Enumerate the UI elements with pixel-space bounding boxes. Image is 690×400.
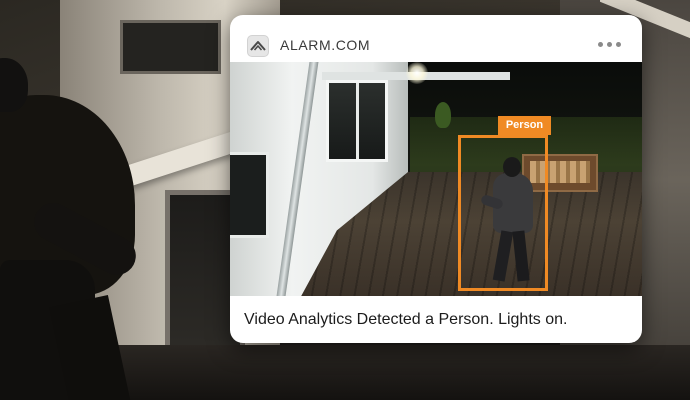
snapshot-porch-light bbox=[406, 62, 428, 84]
notification-header: ALARM.COM bbox=[230, 15, 642, 62]
more-dot bbox=[616, 42, 621, 47]
snapshot-shrub bbox=[435, 102, 451, 128]
detection-label: Person bbox=[498, 116, 551, 135]
app-name: ALARM.COM bbox=[280, 37, 371, 53]
snapshot-left-window bbox=[230, 152, 269, 238]
more-dot bbox=[607, 42, 612, 47]
notification-card[interactable]: ALARM.COM Person Video Analytics Detecte… bbox=[230, 15, 642, 343]
detection-bounding-box bbox=[458, 135, 548, 291]
camera-snapshot[interactable]: Person bbox=[230, 62, 642, 296]
snapshot-window bbox=[326, 80, 388, 162]
background-upper-window bbox=[120, 20, 221, 74]
more-options-icon[interactable] bbox=[594, 35, 626, 53]
alarm-com-logo-icon bbox=[247, 35, 269, 57]
notification-message: Video Analytics Detected a Person. Light… bbox=[244, 311, 568, 328]
more-dot bbox=[598, 42, 603, 47]
